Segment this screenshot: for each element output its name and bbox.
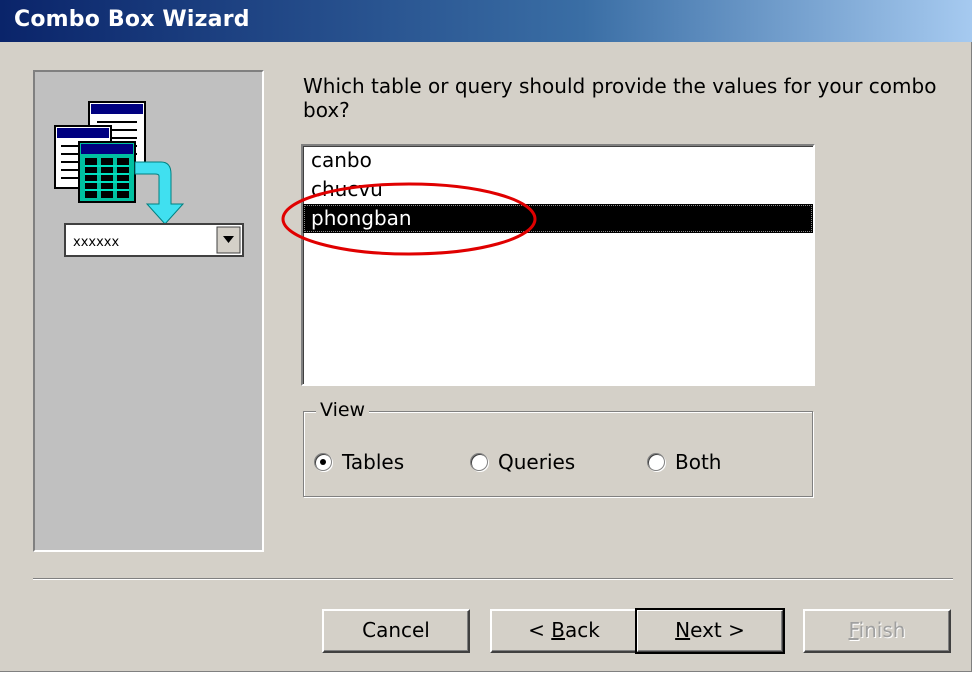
view-group: View Tables Queries Both [303,399,813,497]
radio-button-icon[interactable] [470,453,488,471]
window-title: Combo Box Wizard [14,7,250,32]
illustration-panel: xxxxxx [33,70,264,552]
list-item[interactable]: chucvu [303,175,813,204]
table-to-combo-illustration-icon: xxxxxx [54,101,244,257]
separator [33,578,953,580]
list-item[interactable]: canbo [303,146,813,175]
radio-button-icon[interactable] [314,453,332,471]
finish-button[interactable]: Finish [803,609,951,653]
combo-sample-text: xxxxxx [73,235,119,250]
table-list-box[interactable]: canbo chucvu phongban [301,144,815,386]
cancel-button[interactable]: Cancel [322,609,470,653]
back-button[interactable]: < Back [490,609,638,653]
list-item-selected[interactable]: phongban [303,204,813,233]
view-group-label: View [316,399,370,421]
title-bar[interactable]: Combo Box Wizard [0,0,972,42]
radio-queries[interactable]: Queries [470,450,575,474]
combo-box-wizard-window: Combo Box Wizard xxxxxx Which table or q… [0,0,972,672]
wizard-prompt: Which table or query should provide the … [303,74,937,122]
radio-tables[interactable]: Tables [314,450,404,474]
next-button[interactable]: Next > [635,608,785,654]
radio-both[interactable]: Both [647,450,721,474]
radio-button-icon[interactable] [647,453,665,471]
